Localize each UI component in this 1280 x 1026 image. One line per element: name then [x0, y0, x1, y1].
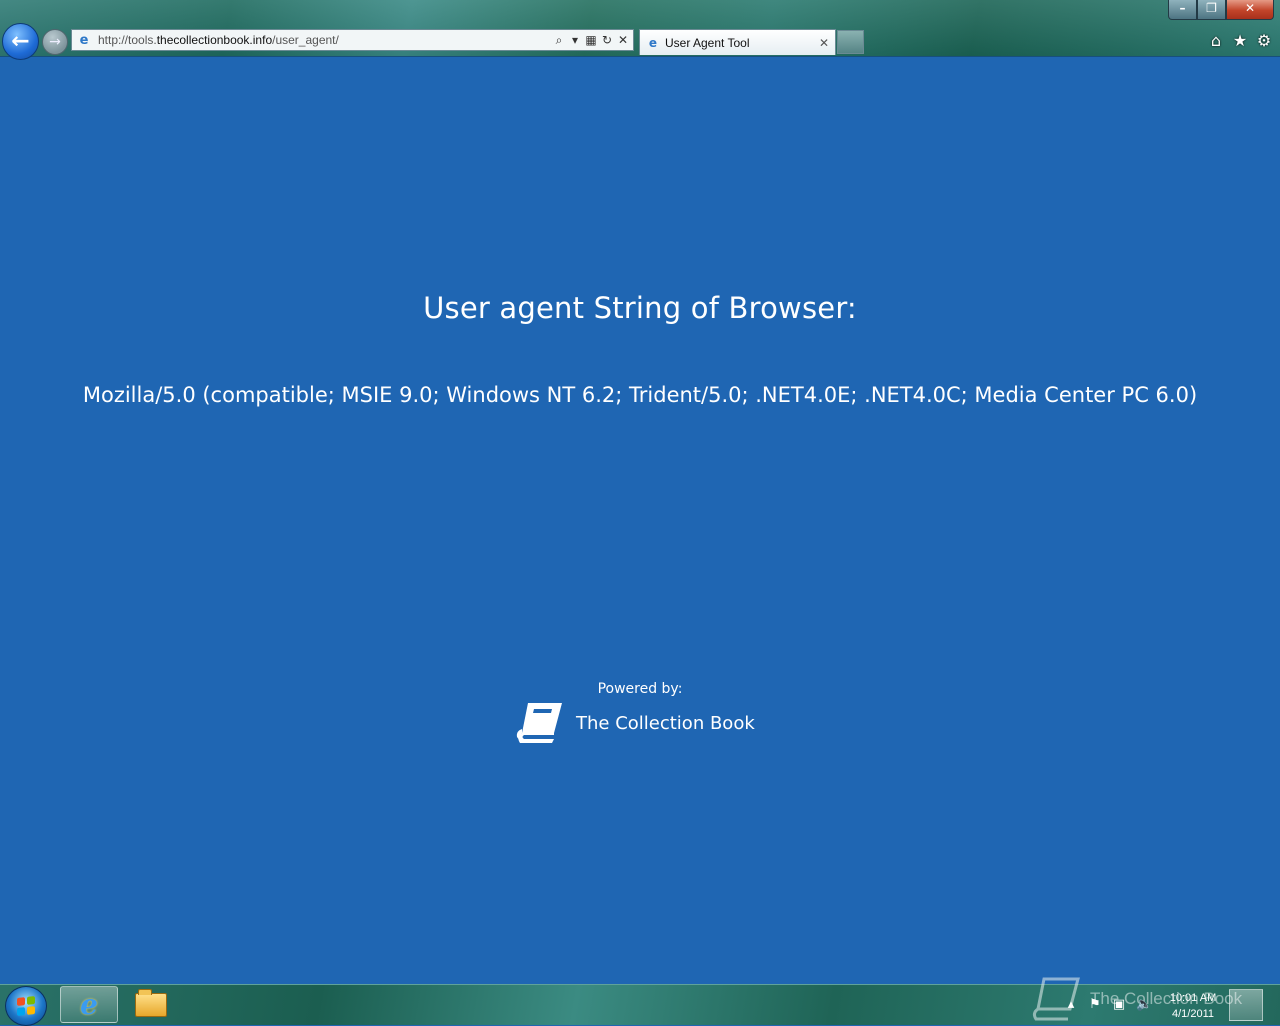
start-button[interactable] [5, 986, 47, 1026]
network-icon[interactable]: ▣ [1112, 997, 1126, 1012]
show-desktop-button[interactable] [1229, 989, 1263, 1021]
clock-date: 4/1/2011 [1171, 1008, 1214, 1020]
internet-explorer-icon: e [80, 988, 98, 1021]
taskbar: e The Collection Book ▴ ⚑ ▣ 🔈 10:01 AM 4… [0, 977, 1280, 1026]
book-icon [516, 703, 562, 743]
address-bar[interactable]: e http://tools.thecollectionbook.info/us… [71, 29, 634, 51]
forward-arrow-icon: → [49, 34, 61, 50]
star-icon[interactable]: ★ [1232, 31, 1248, 50]
home-icon[interactable]: ⌂ [1208, 31, 1224, 50]
taskbar-file-explorer[interactable] [122, 986, 180, 1023]
page-heading: User agent String of Browser: [423, 291, 857, 325]
clock-time: 10:01 AM [1169, 992, 1217, 1004]
brand-name: The Collection Book [576, 712, 755, 734]
address-path: /user_agent/ [272, 33, 339, 47]
close-window-button[interactable]: ✕ [1226, 0, 1274, 20]
powered-by-label: Powered by: [597, 681, 683, 697]
back-arrow-icon: ← [11, 29, 30, 54]
forward-button[interactable]: → [42, 29, 68, 55]
brand-link[interactable]: The Collection Book [514, 699, 755, 747]
ie-tab-icon: e [648, 35, 658, 50]
stop-icon[interactable]: ✕ [617, 33, 629, 48]
back-button[interactable]: ← [2, 23, 39, 60]
dropdown-icon[interactable]: ▾ [569, 33, 581, 48]
folder-icon [135, 988, 167, 1017]
show-hidden-icons-icon[interactable]: ▴ [1064, 997, 1078, 1012]
refresh-icon[interactable]: ↻ [601, 33, 613, 48]
volume-icon[interactable]: 🔈 [1136, 997, 1152, 1012]
address-host: thecollectionbook.info [156, 33, 273, 47]
window-controls: – ❐ ✕ [1168, 0, 1274, 20]
user-agent-string: Mozilla/5.0 (compatible; MSIE 9.0; Windo… [82, 383, 1198, 407]
flag-icon[interactable]: ⚑ [1088, 997, 1102, 1012]
command-icons: ⌂ ★ ⚙ [1208, 31, 1272, 50]
address-url[interactable]: http://tools.thecollectionbook.info/user… [98, 33, 553, 47]
tab-user-agent-tool[interactable]: e User Agent Tool ✕ [639, 29, 836, 55]
system-tray: ▴ ⚑ ▣ 🔈 [1064, 997, 1152, 1012]
restore-button[interactable]: ❐ [1197, 0, 1226, 20]
minimize-button[interactable]: – [1168, 0, 1197, 20]
tab-close-icon[interactable]: ✕ [817, 36, 831, 50]
gear-icon[interactable]: ⚙ [1256, 31, 1272, 50]
ie-page-icon: e [79, 32, 89, 48]
tab-title: User Agent Tool [665, 35, 750, 50]
compatibility-view-icon[interactable]: ▦ [585, 33, 597, 48]
new-tab-button[interactable] [837, 30, 864, 54]
address-prefix: http://tools. [98, 33, 157, 47]
clock[interactable]: 10:01 AM 4/1/2011 [1158, 990, 1228, 1022]
search-icon[interactable]: ⌕ [553, 33, 565, 48]
taskbar-internet-explorer[interactable]: e [60, 986, 118, 1023]
windows-logo-icon [17, 996, 35, 1016]
page-content: User agent String of Browser: Mozilla/5.… [0, 57, 1280, 984]
